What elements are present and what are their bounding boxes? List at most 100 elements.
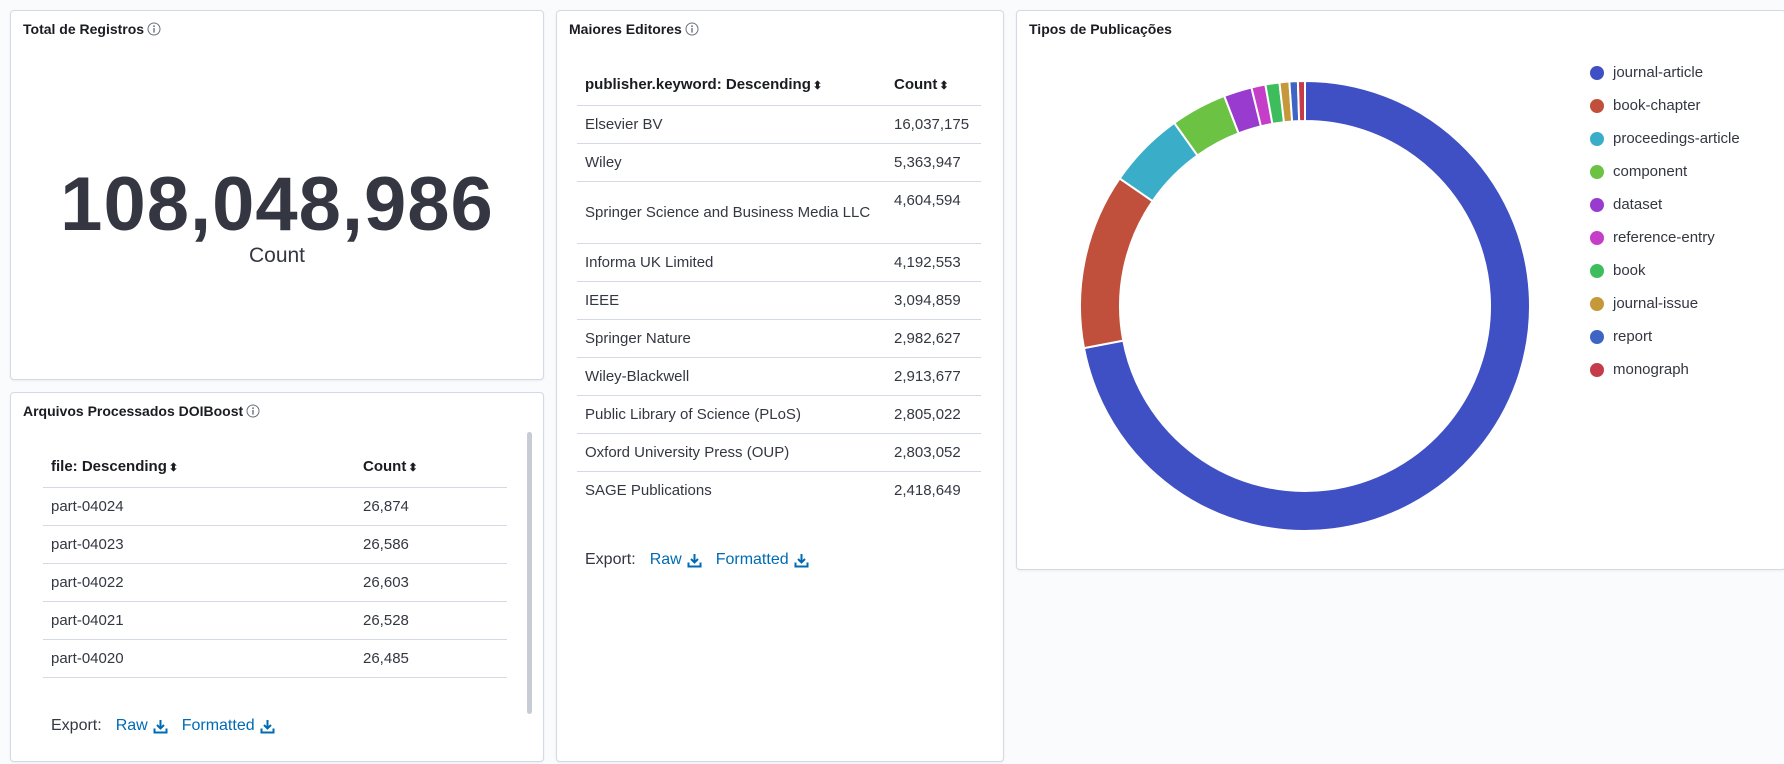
legend-item-book-chapter[interactable]: book-chapter <box>1590 89 1740 122</box>
count-cell: 2,982,627 <box>886 319 981 358</box>
count-cell: 26,528 <box>355 601 507 640</box>
table-row: Springer Science and Business Media LLC 4… <box>577 181 981 244</box>
legend-label: book <box>1613 262 1646 279</box>
info-icon[interactable] <box>246 404 260 418</box>
info-icon[interactable] <box>147 22 161 36</box>
legend-color-dot <box>1590 98 1604 113</box>
maiores-editores-panel: Maiores Editores publisher.keyword: Desc… <box>556 10 1004 762</box>
count-cell: 26,874 <box>355 487 507 526</box>
export-bar: Export: Raw Formatted <box>51 717 275 735</box>
count-cell: 5,363,947 <box>886 143 981 182</box>
legend-color-dot <box>1590 230 1604 245</box>
legend-item-journal-article[interactable]: journal-article <box>1590 56 1740 89</box>
export-raw-link[interactable]: Raw <box>116 717 168 735</box>
sort-icon[interactable]: ⬍ <box>939 80 948 92</box>
legend-label: journal-article <box>1613 64 1704 81</box>
sort-icon[interactable]: ⬍ <box>408 462 417 474</box>
file-cell: part-04020 <box>43 639 355 678</box>
legend-label: monograph <box>1613 361 1689 378</box>
legend-item-dataset[interactable]: dataset <box>1590 188 1740 221</box>
export-label: Export: <box>585 551 636 568</box>
publisher-cell: Springer Nature <box>577 319 886 358</box>
panel-title: Tipos de Publicações <box>1029 21 1172 37</box>
count-cell: 4,192,553 <box>886 243 981 282</box>
legend-label: journal-issue <box>1613 295 1699 312</box>
table-row: SAGE Publications 2,418,649 <box>577 471 981 509</box>
legend-item-journal-issue[interactable]: journal-issue <box>1590 287 1740 320</box>
table-header-row: publisher.keyword: Descending ⬍ Count ⬍ <box>577 65 981 106</box>
legend-color-dot <box>1590 197 1604 212</box>
legend-item-report[interactable]: report <box>1590 320 1740 353</box>
panel-title-text: Tipos de Publicações <box>1029 21 1172 37</box>
publisher-cell: IEEE <box>577 281 886 320</box>
legend-item-component[interactable]: component <box>1590 155 1740 188</box>
publisher-cell: Springer Science and Business Media LLC <box>577 181 886 244</box>
count-cell: 4,604,594 <box>886 181 981 244</box>
legend-item-proceedings-article[interactable]: proceedings-article <box>1590 122 1740 155</box>
download-icon <box>153 719 168 734</box>
column-header-file[interactable]: file: Descending ⬍ <box>43 447 355 488</box>
legend-item-monograph[interactable]: monograph <box>1590 353 1740 386</box>
legend-color-dot <box>1590 362 1604 377</box>
count-cell: 2,418,649 <box>894 481 961 499</box>
column-header-label: file: Descending <box>51 458 167 476</box>
publisher-cell: Public Library of Science (PLoS) <box>577 395 886 434</box>
legend-item-book[interactable]: book <box>1590 254 1740 287</box>
legend-color-dot <box>1590 65 1604 80</box>
table-row: Wiley 5,363,947 <box>577 143 981 182</box>
publisher-cell: Oxford University Press (OUP) <box>577 433 886 472</box>
sort-icon[interactable]: ⬍ <box>169 462 178 474</box>
table-row: Oxford University Press (OUP) 2,803,052 <box>577 433 981 472</box>
sort-icon[interactable]: ⬍ <box>813 80 822 92</box>
table-row: part-04021 26,528 <box>43 601 507 640</box>
publisher-cell: Wiley-Blackwell <box>577 357 886 396</box>
publisher-cell: Wiley <box>577 143 886 182</box>
legend-color-dot <box>1590 131 1604 146</box>
column-header-count[interactable]: Count ⬍ <box>355 447 507 488</box>
donut-slice-book-chapter[interactable] <box>1079 177 1154 350</box>
count-cell: 3,094,859 <box>886 281 981 320</box>
total-count-value: 108,048,986 <box>60 162 494 247</box>
export-formatted-link[interactable]: Formatted <box>182 717 275 735</box>
download-icon <box>794 553 809 568</box>
info-icon[interactable] <box>685 22 699 36</box>
table-row: Informa UK Limited 4,192,553 <box>577 243 981 282</box>
legend-color-dot <box>1590 296 1604 311</box>
files-scrollbar[interactable] <box>527 432 532 714</box>
panel-title: Arquivos Processados DOIBoost <box>23 403 260 419</box>
panel-title-text: Maiores Editores <box>569 21 682 37</box>
table-row: Wiley-Blackwell 2,913,677 <box>577 357 981 396</box>
total-count-label: Count <box>248 244 306 267</box>
table-row: Springer Nature 2,982,627 <box>577 319 981 358</box>
export-raw-link[interactable]: Raw <box>650 551 702 569</box>
count-cell: 26,603 <box>355 563 507 602</box>
panel-title: Total de Registros <box>23 21 161 37</box>
column-header-label: Count <box>363 458 407 476</box>
table-row: part-04023 26,586 <box>43 525 507 564</box>
arquivos-panel: Arquivos Processados DOIBoost file: Desc… <box>10 392 544 762</box>
column-header-count[interactable]: Count ⬍ <box>886 65 981 106</box>
table-row: Public Library of Science (PLoS) 2,805,02… <box>577 395 981 434</box>
legend-label: dataset <box>1613 196 1663 213</box>
legend-color-dot <box>1590 263 1604 278</box>
legend-label: report <box>1613 328 1653 345</box>
total-registros-panel: Total de Registros 108,048,986 Count <box>10 10 544 380</box>
files-table: file: Descending ⬍ Count ⬍ part-04024 26,87… <box>43 447 507 678</box>
publisher-cell: Elsevier BV <box>577 105 886 144</box>
legend-color-dot <box>1590 164 1604 179</box>
table-row: Elsevier BV 16,037,175 <box>577 105 981 144</box>
legend-item-reference-entry[interactable]: reference-entry <box>1590 221 1740 254</box>
export-formatted-link[interactable]: Formatted <box>716 551 809 569</box>
donut-slice-monograph[interactable] <box>1296 79 1306 123</box>
panel-title-text: Arquivos Processados DOIBoost <box>23 403 244 419</box>
table-row: part-04020 26,485 <box>43 639 507 678</box>
panel-title: Maiores Editores <box>569 21 699 37</box>
legend-label: reference-entry <box>1613 229 1715 246</box>
column-header-publisher[interactable]: publisher.keyword: Descending ⬍ <box>577 65 886 106</box>
export-formatted-label: Formatted <box>715 551 789 568</box>
chart-legend: journal-article book-chapter proceedings-a… <box>1590 56 1740 386</box>
download-icon <box>260 719 275 734</box>
legend-label: book-chapter <box>1613 97 1701 114</box>
count-cell: 26,485 <box>355 639 507 678</box>
export-bar: Export: Raw Formatted <box>585 551 809 569</box>
